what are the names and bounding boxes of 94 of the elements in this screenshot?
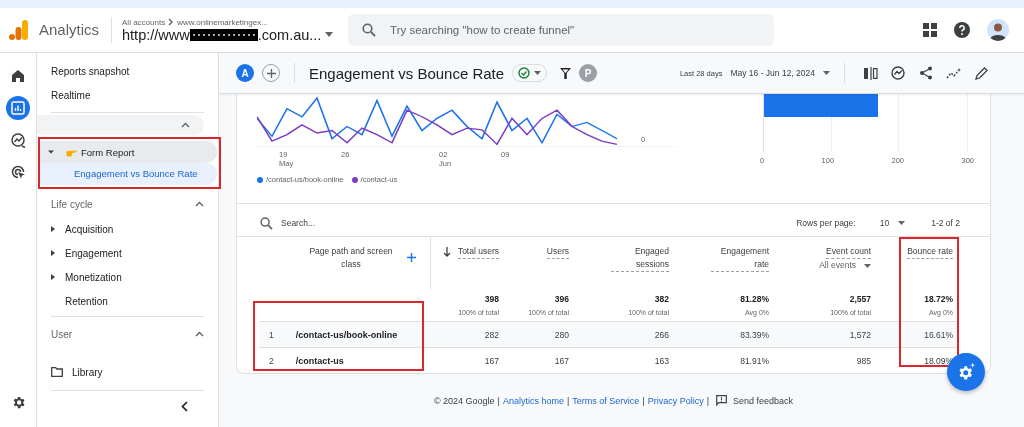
sidebar-group[interactable]: Form Report [40,141,217,163]
footer-link[interactable]: Privacy Policy [647,395,704,406]
table-cell[interactable]: /contact-us [295,355,344,366]
product-name: Analytics [39,17,113,43]
separator-text: | [566,395,570,406]
property-selector[interactable]: http://www .com.au... [122,26,341,43]
nav-button[interactable] [6,96,30,120]
table-cell: 266 [654,329,669,340]
column-header[interactable]: Bounce rate [907,245,953,259]
caret-icon [823,71,830,75]
pagination-range: 1-2 of 2 [931,218,960,228]
search-icon [362,23,377,37]
feedback-icon[interactable] [716,395,728,406]
comparison-avatar[interactable]: A [236,64,254,82]
avatar-icon[interactable] [987,19,1009,41]
rows-per-page-selector[interactable]: 10 [879,218,906,228]
apps-grid-icon[interactable] [923,23,937,37]
sidebar-item[interactable]: Engagement [65,247,122,259]
sparkle-trend-icon[interactable] [946,66,962,80]
separator-text: | [706,395,710,406]
edit-icon[interactable] [975,66,988,80]
caret-icon [325,32,334,37]
chevron-icon [168,18,175,26]
plus-icon [266,68,276,78]
column-header[interactable]: Engagement rate [711,245,769,272]
filter-icon[interactable] [560,67,572,79]
table-cell: 81.91% [740,355,769,366]
sidebar-item[interactable]: Engagement vs Bounce Rate [40,163,217,185]
group-label: Form Report [81,146,135,158]
caret-icon [864,263,871,268]
help-icon[interactable] [954,22,970,38]
library-link[interactable]: Library [72,366,103,378]
sidebar-item[interactable]: Monetization [65,271,122,283]
column-header: Page path and screen class [308,245,394,271]
caret-icon [898,221,906,225]
table-cell: 167 [554,355,569,366]
table-cell: 16.61% [924,329,953,340]
separator-text: | [497,395,500,406]
column-header[interactable]: Engaged sessions [611,245,669,272]
event-filter-selector[interactable]: All events [819,259,871,272]
collapse-chevron-icon[interactable] [181,401,188,412]
column-header[interactable]: Users [546,245,569,259]
chevron-icon[interactable] [195,331,204,337]
folder-icon [51,367,63,377]
column-header[interactable]: Total users [457,245,499,259]
insights-icon[interactable] [891,65,906,81]
table-cell: 282 [484,329,499,340]
total-value: 81.28% [740,294,769,304]
rows-per-page-label: Rows per page: [796,218,856,228]
compare-columns-icon[interactable] [864,66,878,80]
total-value: 382 [654,294,669,304]
total-value: 398 [484,294,499,304]
target-cursor-icon [10,164,26,180]
section-title: Life cycle [51,198,93,210]
sidebar-item[interactable]: Reports snapshot [51,61,204,85]
copyright-text: © 2024 Google [433,395,495,406]
column-header[interactable]: Event count [826,245,871,259]
row-number: 2 [269,355,274,366]
total-value: 396 [554,294,569,304]
footer-link[interactable]: Terms of Service [572,395,640,406]
sidebar-item[interactable]: Acquisition [65,223,114,235]
table-cell: 280 [554,329,569,340]
row-number: 1 [269,329,274,340]
sort-arrow-icon[interactable] [443,247,451,257]
chevron-icon[interactable] [195,201,204,207]
search-icon [260,216,273,230]
send-feedback-link[interactable]: Send feedback [733,395,794,406]
sidebar-item[interactable]: Realtime [51,85,204,109]
bar-chart-icon [11,101,25,115]
date-range-selector[interactable]: May 16 - Jun 12, 2024 [730,68,830,78]
breadcrumb-link[interactable]: All accounts [122,17,166,27]
table-cell: 1,572 [849,329,871,340]
table-cell: 167 [484,355,499,366]
total-value: 2,557 [849,294,871,304]
search-field[interactable]: Try searching "how to create funnel" [348,14,775,46]
sidebar-item[interactable]: Retention [65,295,108,307]
analytics-logo-icon [9,19,29,41]
total-value: 18.72% [924,294,953,304]
breadcrumb-link[interactable]: www.onlinemarketingex... [177,17,268,27]
add-dimension-icon[interactable] [407,253,416,262]
trend-circle-icon [10,132,26,148]
table-cell: 985 [856,355,871,366]
footer-link[interactable]: Analytics home [502,395,564,406]
table-cell: 83.39% [740,329,769,340]
check-circle-icon [518,67,531,79]
share-icon[interactable] [919,66,933,80]
separator-text: | [642,395,645,406]
search-input[interactable]: Try searching "how to create funnel" [388,23,761,37]
table-cell[interactable]: /contact-us/book-online [295,329,398,340]
table-cell: 163 [654,355,669,366]
caret-icon [534,71,542,75]
section-title: User [51,328,73,340]
home-icon [11,69,25,83]
report-title: Engagement vs Bounce Rate [309,64,505,82]
